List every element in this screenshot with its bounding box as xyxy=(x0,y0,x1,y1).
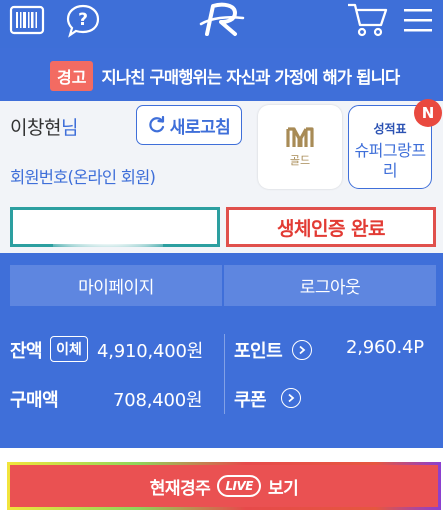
coupon-detail-button[interactable] xyxy=(281,388,301,408)
balance-label: 잔액 xyxy=(10,341,43,362)
member-id-box xyxy=(10,207,220,247)
transfer-button[interactable]: 이체 xyxy=(50,336,88,362)
user-name-text: 이창현 xyxy=(10,117,61,139)
point-value: 2,960.4P xyxy=(346,337,424,358)
live-pill: LIVE xyxy=(217,475,261,497)
logo[interactable] xyxy=(196,0,248,40)
live-race-button[interactable]: 현재경주 LIVE 보기 xyxy=(7,462,441,510)
grade-label: 골드 xyxy=(289,154,311,167)
report-value: 슈퍼그랑프리 xyxy=(354,140,426,180)
top-bar: ? xyxy=(0,0,443,48)
live-suffix: 보기 xyxy=(267,478,299,499)
barcode-icon[interactable] xyxy=(6,0,48,40)
mypage-button[interactable]: 마이페이지 xyxy=(10,265,222,306)
biometric-status: 생체인증 완료 xyxy=(226,207,436,247)
live-prefix: 현재경주 xyxy=(149,478,211,499)
purchase-label: 구매액 xyxy=(10,390,59,411)
grade-emblem-icon xyxy=(286,127,314,147)
live-race-button-inner: 현재경주 LIVE 보기 xyxy=(10,465,438,507)
point-label: 포인트 xyxy=(234,341,283,362)
user-name: 이창현님 xyxy=(10,113,78,140)
user-name-suffix: 님 xyxy=(60,117,78,139)
purchase-value: 708,400원 xyxy=(113,390,203,411)
refresh-label: 새로고침 xyxy=(169,117,231,138)
logout-label: 로그아웃 xyxy=(299,278,361,298)
point-detail-button[interactable] xyxy=(292,340,312,360)
warning-banner: 경고 지나친 구매행위는 자신과 가정에 해가 됩니다 xyxy=(50,61,400,91)
coupon-label: 쿠폰 xyxy=(234,390,267,411)
refresh-icon xyxy=(149,116,164,133)
chevron-right-icon xyxy=(299,345,306,355)
new-badge: N xyxy=(414,99,442,127)
biometric-status-text: 생체인증 완료 xyxy=(277,217,386,240)
cart-icon[interactable] xyxy=(344,0,390,40)
transfer-label: 이체 xyxy=(56,342,82,358)
balance-value: 4,910,400원 xyxy=(97,341,204,362)
warning-badge: 경고 xyxy=(50,61,94,91)
refresh-button[interactable]: 새로고침 xyxy=(136,105,242,145)
help-icon[interactable]: ? xyxy=(64,0,102,40)
grade-card[interactable]: 골드 xyxy=(258,105,342,189)
chevron-right-icon xyxy=(288,393,295,403)
warning-text: 지나친 구매행위는 자신과 가정에 해가 됩니다 xyxy=(101,68,400,87)
account-panel: 경고 지나친 구매행위는 자신과 가정에 해가 됩니다 이창현님 새로고침 회원… xyxy=(0,48,443,448)
mypage-label: 마이페이지 xyxy=(78,278,154,298)
menu-icon[interactable] xyxy=(398,0,438,40)
redacted-id xyxy=(53,213,163,247)
svg-text:?: ? xyxy=(78,10,88,30)
logout-button[interactable]: 로그아웃 xyxy=(224,265,436,306)
member-number: 회원번호(온라인 회원) xyxy=(10,168,156,187)
user-info-card: 이창현님 새로고침 회원번호(온라인 회원) 골드 성적표 슈퍼그랑프리 N 생… xyxy=(0,99,443,253)
stats-divider xyxy=(224,334,225,414)
report-title: 성적표 xyxy=(373,121,407,136)
